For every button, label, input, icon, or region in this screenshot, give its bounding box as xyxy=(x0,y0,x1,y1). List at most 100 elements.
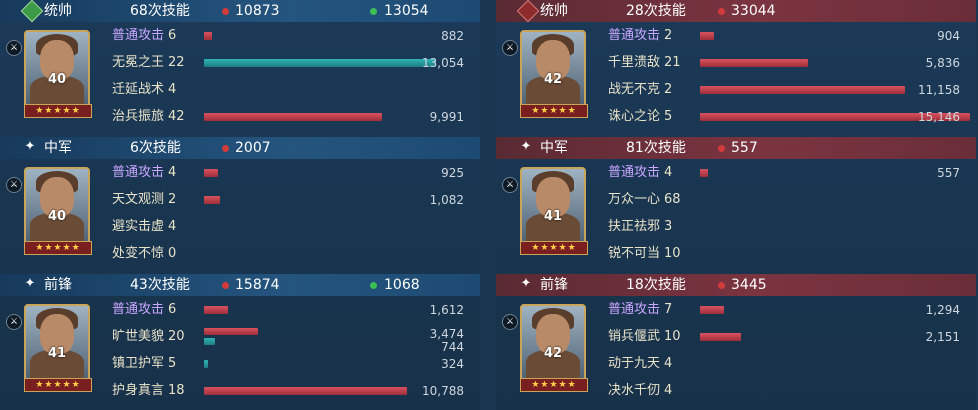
troop-type-icon: ⚔ xyxy=(6,177,22,193)
hero-portrait[interactable]: 42 xyxy=(520,304,586,382)
position-label: 前锋 xyxy=(44,277,72,293)
skill-cast-count: 0 xyxy=(168,246,177,261)
left-team-panel: 统帅 68次技能 10873 13054 ⚔ 40 ★★★★★ 普通攻击 6 882 无冕之王 22 1… xyxy=(0,0,480,410)
troop-type-icon: ⚔ xyxy=(502,314,518,330)
skill-count-label: 28次技能 xyxy=(626,3,686,19)
skill-row: 普通攻击 6 1,612 xyxy=(112,300,472,320)
skill-row: 天文观测 2 1,082 xyxy=(112,190,472,210)
skill-row: 避实击虚 4 xyxy=(112,217,472,237)
skill-name: 万众一心 xyxy=(608,192,661,207)
skill-cast-count: 4 xyxy=(664,165,673,180)
skill-name: 决水千仞 xyxy=(608,383,661,398)
hero-level: 42 xyxy=(543,72,563,87)
hero-portrait[interactable]: 41 xyxy=(520,167,586,245)
skill-row: 镇卫护军 5 324 xyxy=(112,354,472,374)
skill-row: 护身真言 18 10,788 xyxy=(112,381,472,401)
damage-bar xyxy=(700,306,724,314)
damage-bar xyxy=(700,32,714,40)
position-label: 中军 xyxy=(44,140,72,156)
damage-total: 15874 xyxy=(235,277,280,293)
skill-row: 万众一心 68 xyxy=(608,190,968,210)
hero-level: 41 xyxy=(47,346,67,361)
skill-cast-count: 68 xyxy=(664,192,681,207)
sparkle-icon: ✦ xyxy=(24,139,36,154)
damage-bar xyxy=(700,86,905,94)
hero-portrait[interactable]: 41 xyxy=(24,304,90,382)
skill-cast-count: 4 xyxy=(168,219,177,234)
damage-bar xyxy=(204,113,382,121)
hero-stars: ★★★★★ xyxy=(520,104,588,118)
hero-level: 40 xyxy=(47,209,67,224)
skill-row: 普通攻击 4 557 xyxy=(608,163,968,183)
hero-section-left-2: ✦ 前锋 43次技能 15874 1068 ⚔ 41 ★★★★★ 普通攻击 6 1,612 旷世美貌 2… xyxy=(0,274,480,410)
damage-total: 2007 xyxy=(235,140,271,156)
skill-cast-count: 4 xyxy=(664,383,673,398)
heal-dot-icon xyxy=(370,8,377,15)
damage-value: 1,082 xyxy=(429,193,464,207)
damage-value: 9,991 xyxy=(429,110,464,124)
damage-value: 10,788 xyxy=(422,384,464,398)
heal-bar xyxy=(204,360,208,368)
section-header: 统帅 68次技能 10873 13054 xyxy=(0,0,480,23)
skill-cast-count: 21 xyxy=(664,55,681,70)
hero-section-left-1: ✦ 中军 6次技能 2007 ⚔ 40 ★★★★★ 普通攻击 4 925 天文观测 2 1,082 避实击… xyxy=(0,137,480,273)
damage-value: 5,836 xyxy=(925,56,960,70)
hero-section-right-1: ✦ 中军 81次技能 557 ⚔ 41 ★★★★★ 普通攻击 4 557 万众一心 68 扶正祛邪 3 锐不… xyxy=(496,137,976,273)
section-header: ✦ 中军 6次技能 2007 xyxy=(0,137,480,159)
skill-name: 天文观测 xyxy=(112,192,165,207)
hero-portrait[interactable]: 40 xyxy=(24,167,90,245)
skill-name: 诛心之论 xyxy=(608,109,661,124)
hero-section-right-0: 统帅 28次技能 33044 ⚔ 42 ★★★★★ 普通攻击 2 904 千里溃敌 21 5,836 战… xyxy=(496,0,976,136)
damage-value: 15,146 xyxy=(918,110,960,124)
damage-bar xyxy=(700,59,808,67)
hero-stars: ★★★★★ xyxy=(24,104,92,118)
heal-total: 1068 xyxy=(384,277,420,293)
sparkle-icon: ✦ xyxy=(520,276,532,291)
hero-portrait[interactable]: 42 xyxy=(520,30,586,108)
skill-name: 动于九天 xyxy=(608,356,661,371)
damage-dot-icon xyxy=(222,145,229,152)
skill-cast-count: 3 xyxy=(664,219,673,234)
skill-row: 治兵振旅 42 9,991 xyxy=(112,107,472,127)
sparkle-icon: ✦ xyxy=(24,276,36,291)
skill-cast-count: 20 xyxy=(168,329,185,344)
position-label: 统帅 xyxy=(540,3,568,19)
skill-cast-count: 7 xyxy=(664,302,673,317)
damage-bar xyxy=(700,333,741,341)
heal-bar xyxy=(204,338,215,345)
damage-dot-icon xyxy=(718,282,725,289)
damage-bar xyxy=(204,306,228,314)
damage-dot-icon xyxy=(718,145,725,152)
skill-row: 锐不可当 10 xyxy=(608,244,968,264)
skill-row: 迁延战术 4 xyxy=(112,80,472,100)
hero-section-left-0: 统帅 68次技能 10873 13054 ⚔ 40 ★★★★★ 普通攻击 6 882 无冕之王 22 1… xyxy=(0,0,480,136)
troop-type-icon: ⚔ xyxy=(6,40,22,56)
skill-name: 普通攻击 xyxy=(112,302,165,317)
damage-bar xyxy=(204,169,218,177)
skill-name: 普通攻击 xyxy=(608,302,661,317)
section-header: ✦ 前锋 18次技能 3445 xyxy=(496,274,976,296)
skill-name: 镇卫护军 xyxy=(112,356,165,371)
hero-stars: ★★★★★ xyxy=(24,241,92,255)
skill-row: 无冕之王 22 13,054 xyxy=(112,53,472,73)
damage-value: 557 xyxy=(937,166,960,180)
skill-row: 销兵偃武 10 2,151 xyxy=(608,327,968,347)
hero-portrait[interactable]: 40 xyxy=(24,30,90,108)
damage-total: 33044 xyxy=(731,3,776,19)
position-label: 前锋 xyxy=(540,277,568,293)
damage-bar xyxy=(204,32,212,40)
skill-row: 旷世美貌 20 3,474 744 xyxy=(112,327,472,354)
damage-bar xyxy=(204,328,258,335)
damage-total: 557 xyxy=(731,140,758,156)
damage-bar xyxy=(204,387,407,395)
skill-row: 诛心之论 5 15,146 xyxy=(608,107,970,127)
damage-total: 3445 xyxy=(731,277,767,293)
skill-name: 护身真言 xyxy=(112,383,165,398)
skill-cast-count: 2 xyxy=(168,192,177,207)
skill-cast-count: 22 xyxy=(168,55,185,70)
hero-stars: ★★★★★ xyxy=(520,378,588,392)
section-header: 统帅 28次技能 33044 xyxy=(496,0,976,23)
damage-value: 2,151 xyxy=(925,330,960,344)
hero-section-right-2: ✦ 前锋 18次技能 3445 ⚔ 42 ★★★★★ 普通攻击 7 1,294 销兵偃武 10 2,15… xyxy=(496,274,976,410)
hero-level: 41 xyxy=(543,209,563,224)
